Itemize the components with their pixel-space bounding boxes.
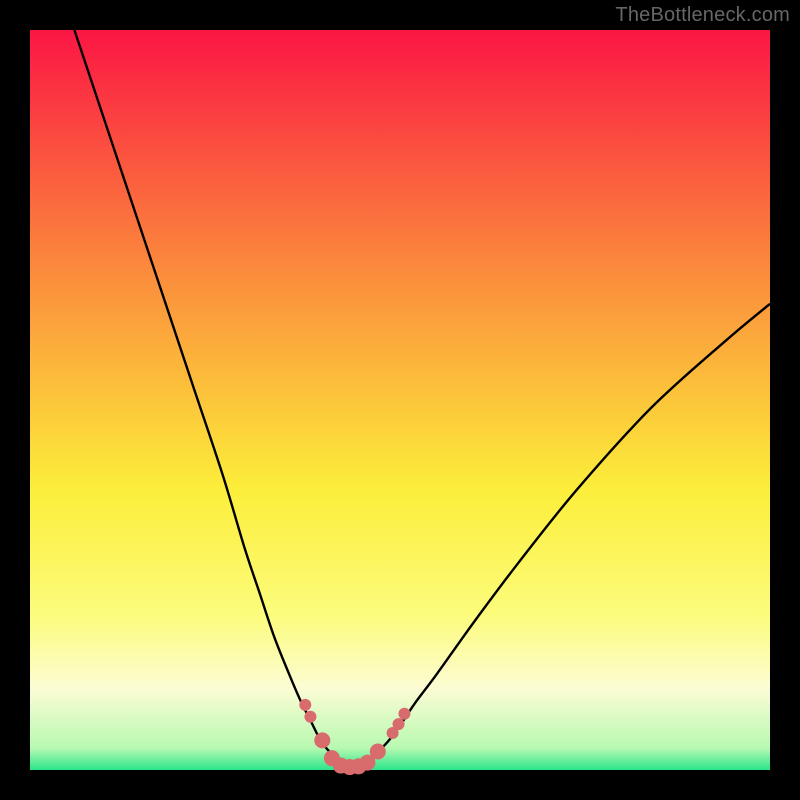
marker-dot xyxy=(393,718,405,730)
chart-frame: TheBottleneck.com xyxy=(0,0,800,800)
marker-dot xyxy=(398,708,410,720)
marker-dot xyxy=(299,699,311,711)
marker-dot xyxy=(314,732,330,748)
marker-dot xyxy=(304,711,316,723)
marker-dot xyxy=(370,744,386,760)
chart-svg xyxy=(0,0,800,800)
